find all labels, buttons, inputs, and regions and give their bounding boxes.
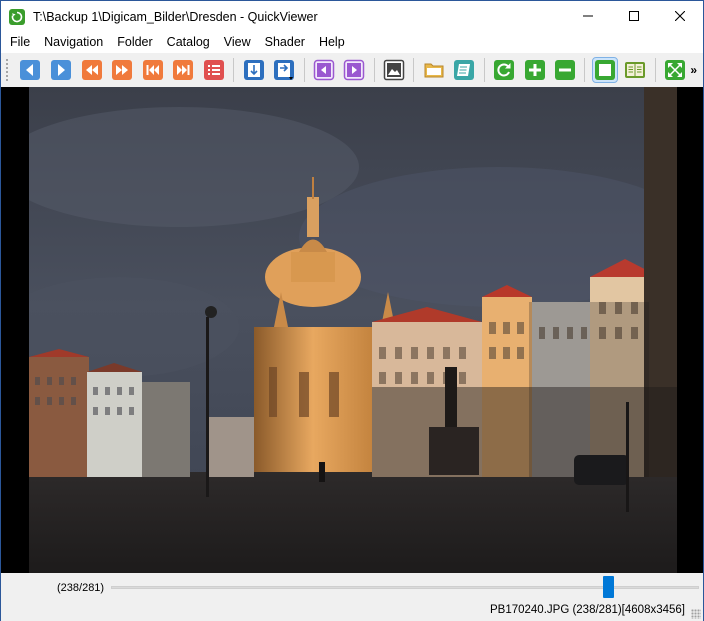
next-volume-icon <box>344 59 365 81</box>
prev-volume-icon <box>313 59 335 81</box>
maximize-button[interactable] <box>611 1 657 32</box>
menu-shader[interactable]: Shader <box>258 32 312 53</box>
catalog-icon <box>454 60 475 80</box>
book-view-icon <box>625 62 646 78</box>
prev-image-icon <box>20 60 41 80</box>
zoom-in-button[interactable] <box>523 58 547 82</box>
close-icon <box>674 10 686 24</box>
fit-window-icon <box>594 60 615 80</box>
zoom-in-icon <box>524 60 545 80</box>
spread-menu-button[interactable] <box>272 58 296 82</box>
open-folder-button[interactable] <box>422 58 446 82</box>
next-image-icon <box>50 60 71 80</box>
thumbnail-panel-button[interactable] <box>382 58 406 82</box>
close-button[interactable] <box>657 1 703 32</box>
next-volume-button[interactable] <box>343 58 367 82</box>
menu-catalog[interactable]: Catalog <box>160 32 217 53</box>
status-area: (238/281) PB170240.JPG (238/281)[4608x34… <box>1 573 703 621</box>
spread-view-icon <box>243 60 264 80</box>
zoom-out-icon <box>555 60 576 80</box>
prev-image-button[interactable] <box>18 58 42 82</box>
menu-file[interactable]: File <box>3 32 37 53</box>
page-slider-thumb[interactable] <box>603 576 615 598</box>
title-bar[interactable]: T:\Backup 1\Digicam_Bilder\Dresden - Qui… <box>1 1 703 32</box>
toolbar-separator <box>233 58 235 82</box>
thumbnail-panel-icon <box>383 59 405 81</box>
toolbar-grip[interactable] <box>5 58 9 82</box>
catalog-button[interactable] <box>453 58 477 82</box>
toolbar-separator <box>654 58 656 82</box>
rotate-button[interactable] <box>492 58 516 82</box>
toolbar-separator <box>413 58 415 82</box>
first-image-icon <box>142 60 163 80</box>
rewind-button[interactable] <box>80 58 104 82</box>
spread-view-button[interactable] <box>242 58 266 82</box>
fast-forward-button[interactable] <box>110 58 134 82</box>
rotate-icon <box>493 60 514 80</box>
list-icon <box>204 60 224 80</box>
toolbar-separator <box>584 58 586 82</box>
fullscreen-button[interactable] <box>663 58 687 82</box>
file-info-status: PB170240.JPG (238/281)[4608x3456] <box>489 604 685 616</box>
spread-menu-icon <box>274 60 295 80</box>
last-image-icon <box>173 60 194 80</box>
menu-help[interactable]: Help <box>312 32 352 53</box>
toolbar-separator <box>373 58 375 82</box>
list-button[interactable] <box>202 58 226 82</box>
main-window: T:\Backup 1\Digicam_Bilder\Dresden - Qui… <box>0 0 704 621</box>
menu-view[interactable]: View <box>217 32 258 53</box>
quickviewer-refresh-icon <box>9 8 25 25</box>
window-title: T:\Backup 1\Digicam_Bilder\Dresden - Qui… <box>33 9 318 24</box>
rewind-icon <box>81 60 102 80</box>
position-label: (238/281) <box>57 582 105 594</box>
toolbar-separator <box>483 58 485 82</box>
photo-dresden-frauenkirche <box>29 87 677 573</box>
toolbar-separator <box>303 58 305 82</box>
first-image-button[interactable] <box>141 58 165 82</box>
prev-volume-button[interactable] <box>312 58 336 82</box>
book-view-button[interactable] <box>624 58 648 82</box>
next-image-button[interactable] <box>49 58 73 82</box>
fit-window-button[interactable] <box>591 57 618 83</box>
minimize-button[interactable] <box>565 1 611 32</box>
zoom-out-button[interactable] <box>553 58 577 82</box>
image-viewer[interactable] <box>1 87 703 573</box>
toolbar-overflow-button[interactable]: » <box>690 63 697 77</box>
last-image-button[interactable] <box>172 58 196 82</box>
fast-forward-icon <box>112 60 133 80</box>
toolbar: » <box>1 53 703 87</box>
resize-grip[interactable] <box>691 609 701 619</box>
menu-bar: File Navigation Folder Catalog View Shad… <box>1 32 703 53</box>
maximize-icon <box>629 10 639 24</box>
menu-folder[interactable]: Folder <box>110 32 159 53</box>
menu-navigation[interactable]: Navigation <box>37 32 110 53</box>
minimize-icon <box>583 10 593 24</box>
fullscreen-icon <box>665 60 686 80</box>
open-folder-icon <box>424 63 444 78</box>
